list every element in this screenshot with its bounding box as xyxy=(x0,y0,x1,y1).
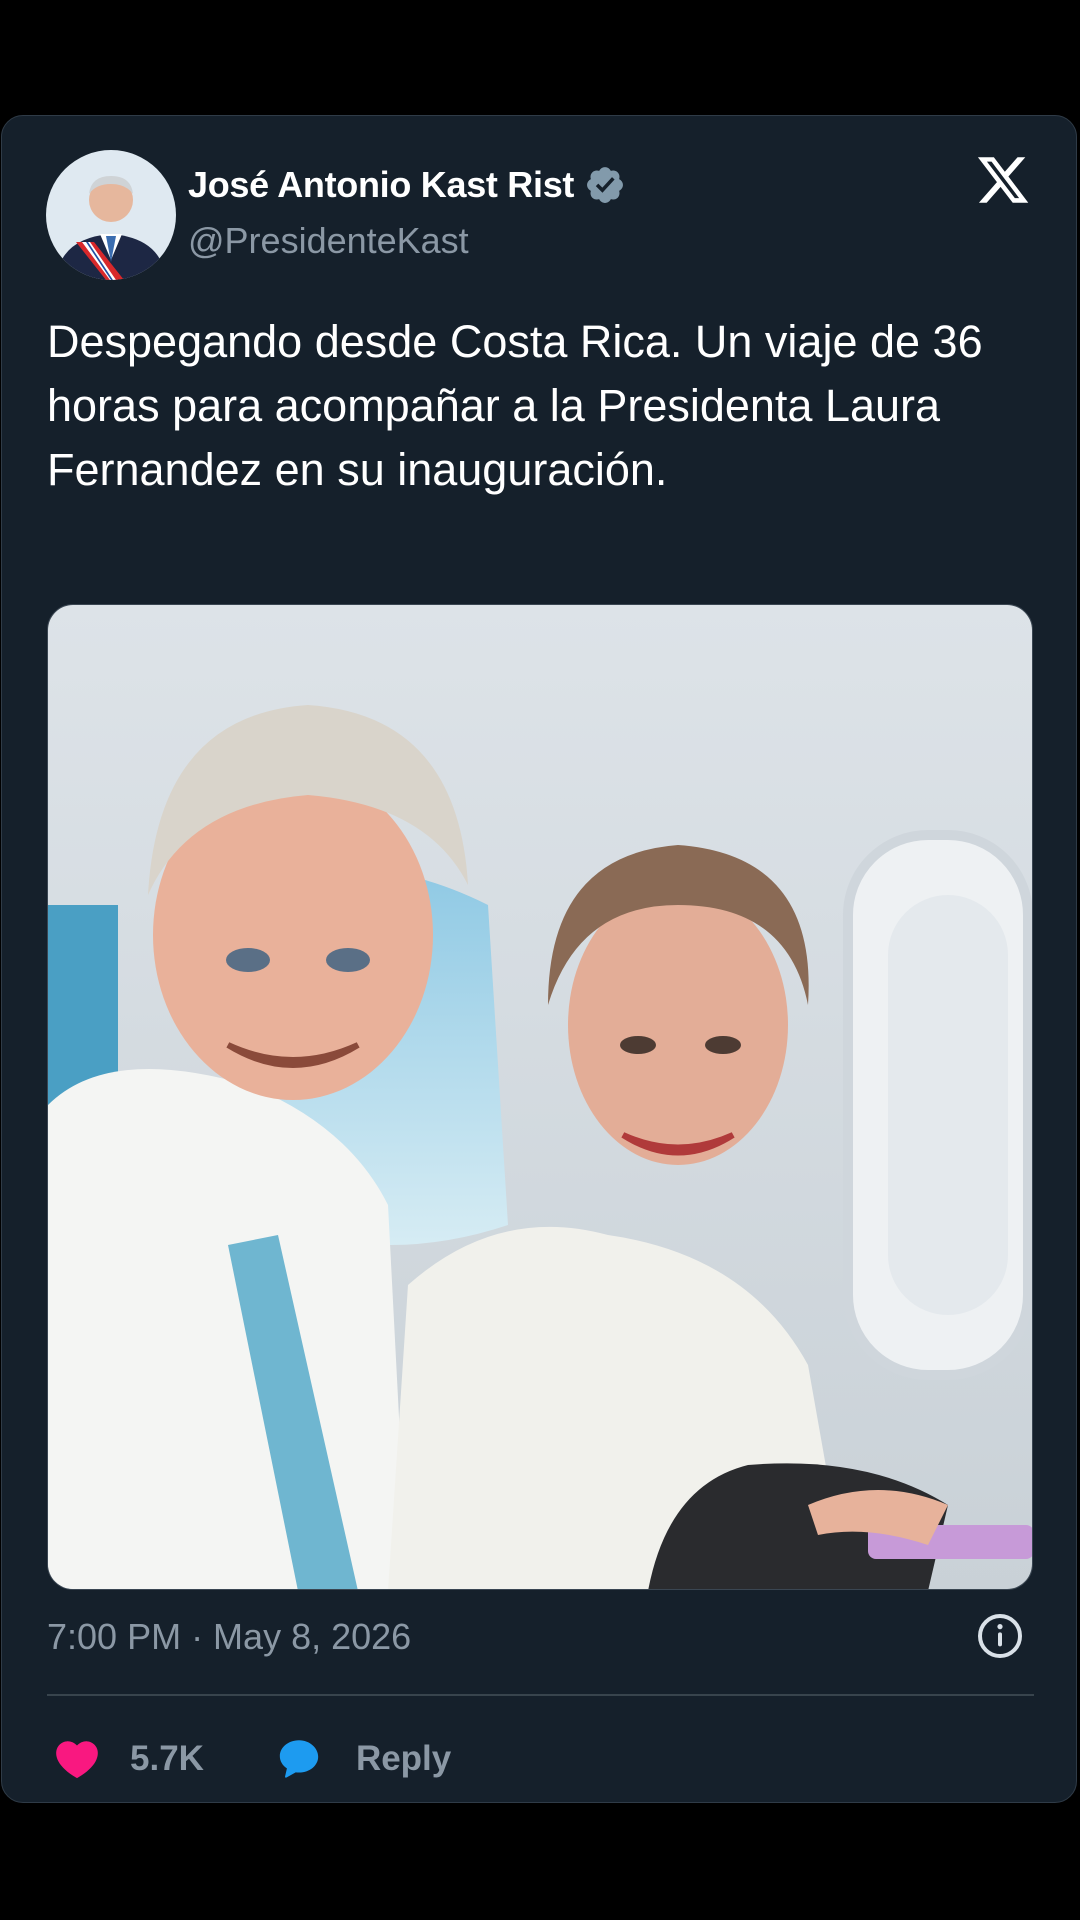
x-logo-icon[interactable] xyxy=(974,152,1032,208)
divider xyxy=(47,1694,1034,1696)
info-icon[interactable] xyxy=(976,1612,1024,1660)
reply-label: Reply xyxy=(355,1739,452,1778)
tweet-card[interactable]: José Antonio Kast Rist @PresidenteKast D… xyxy=(1,115,1077,1803)
tweet-timestamp[interactable]: 7:00 PM · May 8, 2026 xyxy=(47,1616,411,1658)
author-name-row[interactable]: José Antonio Kast Rist xyxy=(188,162,626,208)
heart-icon xyxy=(56,1741,98,1779)
speech-bubble-icon xyxy=(279,1740,319,1778)
tweet-photo[interactable] xyxy=(47,604,1033,1590)
reply-button[interactable]: Reply xyxy=(274,1734,451,1784)
verified-badge-icon xyxy=(584,164,626,206)
photo-illustration xyxy=(48,605,1032,1589)
tweet-text: Despegando desde Costa Rica. Un viaje de… xyxy=(47,316,983,495)
tweet-actions: 5.7K Reply xyxy=(52,1724,521,1794)
like-button[interactable]: 5.7K xyxy=(52,1734,204,1784)
like-count: 5.7K xyxy=(130,1739,204,1778)
avatar-image xyxy=(46,150,176,280)
author-name[interactable]: José Antonio Kast Rist xyxy=(188,164,574,206)
author-avatar[interactable] xyxy=(46,150,176,280)
author-handle[interactable]: @PresidenteKast xyxy=(188,220,469,262)
